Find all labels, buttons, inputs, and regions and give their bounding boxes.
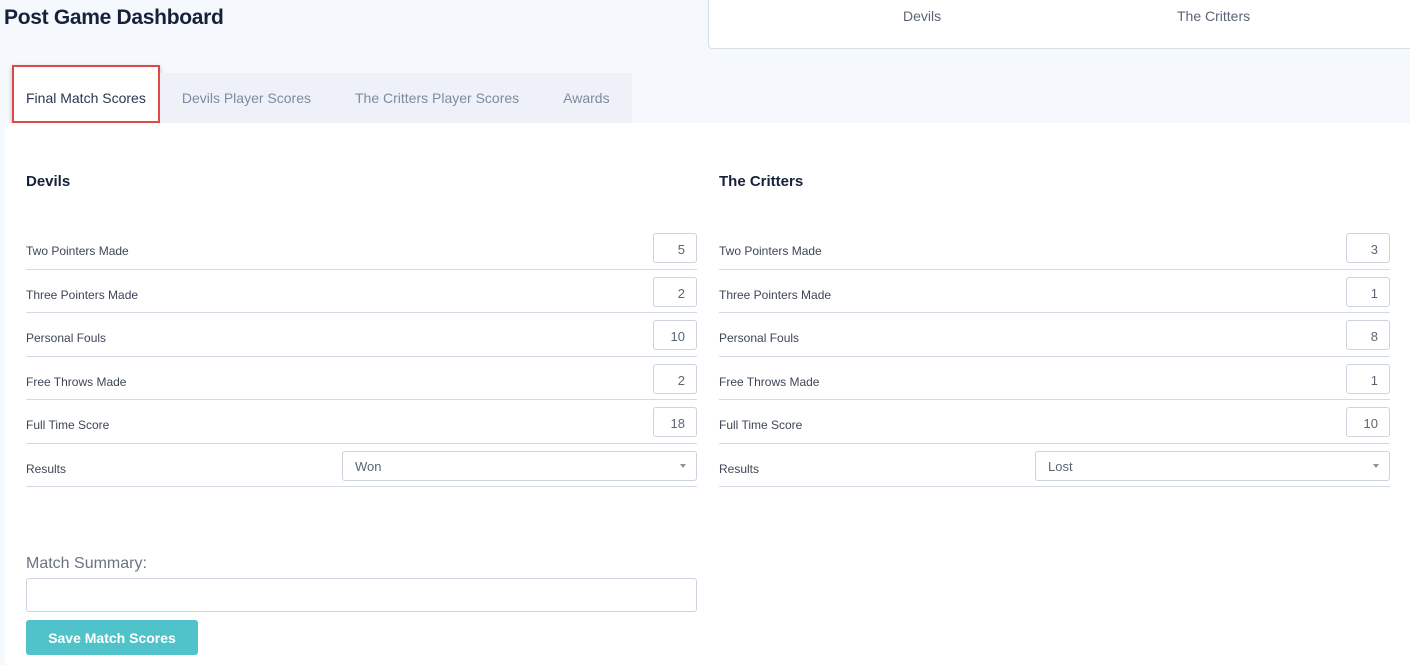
results-select[interactable]: Won [342,450,697,481]
team-header-critters: The Critters [1177,8,1251,24]
stat-row: Full Time Score 18 [26,400,697,444]
results-value: Lost [1048,458,1073,474]
stat-input[interactable]: 1 [1346,276,1390,307]
tab-awards[interactable]: Awards [541,73,632,123]
results-select[interactable]: Lost [1035,450,1390,481]
stat-input[interactable]: 10 [1346,407,1390,437]
stat-row: Two Pointers Made 5 [26,226,697,270]
save-match-scores-button[interactable]: Save Match Scores [26,620,198,655]
results-label: Results [719,461,760,476]
stat-label: Full Time Score [719,418,803,432]
tab-bar: Final Match Scores Devils Player Scores … [12,65,632,123]
stat-row: Three Pointers Made 2 [26,270,697,313]
results-row: Results Won [26,444,697,487]
stat-input[interactable]: 1 [1346,363,1390,394]
team-header: Devils The Critters [708,0,1410,49]
stat-input[interactable]: 2 [653,276,697,307]
stat-input[interactable]: 2 [653,363,697,394]
stat-input[interactable]: 18 [653,407,697,437]
results-row: Results Lost [719,444,1390,487]
stat-label: Free Throws Made [26,374,127,389]
stat-label: Personal Fouls [26,331,107,345]
page-title: Post Game Dashboard [4,6,224,29]
match-summary-label: Match Summary: [26,555,147,572]
stat-label: Full Time Score [26,418,110,432]
stat-input[interactable]: 8 [1346,320,1390,350]
content-panel: Devils Two Pointers Made 5 Three Pointers M… [5,123,1410,665]
stat-label: Free Throws Made [719,374,820,389]
team-header-devils: Devils [903,8,942,24]
tab-devils-player-scores[interactable]: Devils Player Scores [159,73,333,123]
stat-row: Two Pointers Made 3 [719,226,1390,270]
stat-row: Personal Fouls 8 [719,313,1390,357]
results-value: Won [355,458,382,474]
stat-input[interactable]: 10 [653,320,697,350]
stat-row: Three Pointers Made 1 [719,270,1390,313]
stat-label: Three Pointers Made [719,287,832,302]
results-label: Results [26,461,67,476]
stat-input[interactable]: 3 [1346,233,1390,263]
stat-row: Free Throws Made 2 [26,357,697,400]
stat-input[interactable]: 5 [653,233,697,263]
tab-critters-player-scores[interactable]: The Critters Player Scores [332,73,542,123]
stat-label: Two Pointers Made [26,244,129,258]
chevron-down-icon [680,463,686,468]
chevron-down-icon [1373,463,1379,468]
match-summary-input[interactable] [26,578,697,612]
stat-row: Personal Fouls 10 [26,313,697,357]
team-name: The Critters [719,173,804,190]
stat-row: Full Time Score 10 [719,400,1390,444]
stat-label: Personal Fouls [719,331,800,345]
stat-label: Two Pointers Made [719,244,822,258]
team-name: Devils [26,173,71,190]
stat-row: Free Throws Made 1 [719,357,1390,400]
tab-final-match-scores[interactable]: Final Match Scores [12,65,160,123]
stat-label: Three Pointers Made [26,287,139,302]
